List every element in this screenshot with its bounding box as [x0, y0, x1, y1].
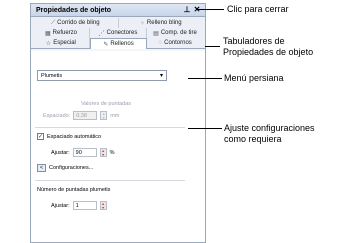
pull-comp-icon: ▤: [153, 30, 159, 37]
bling-run-icon: ⟋: [50, 19, 56, 26]
callout-close: Clic para cerrar: [227, 4, 289, 14]
tab-reinforce[interactable]: ▦ Refuerzo: [33, 28, 90, 38]
fill-type-value: Plumetis: [41, 72, 63, 79]
settings-row: < Configuraciones...: [37, 164, 93, 172]
fill-type-dropdown[interactable]: Plumetis ▾: [37, 70, 167, 81]
bling-fill-icon: ⁘: [139, 20, 145, 27]
close-icon[interactable]: ✕: [192, 5, 202, 15]
adjust-input[interactable]: 90: [72, 148, 97, 157]
tab-label: Refuerzo: [52, 30, 78, 36]
leader-line: [188, 78, 222, 79]
callout-menu: Menú persiana: [224, 73, 284, 83]
chevron-down-icon: ▾: [159, 73, 163, 79]
divider: [35, 127, 185, 128]
adjust2-label: Ajustar:: [51, 202, 70, 209]
auto-spacing-checkbox[interactable]: ✓: [37, 133, 44, 140]
spacing-stepper[interactable]: ▲ ▼: [100, 111, 108, 120]
tab-row-2: ▦ Refuerzo ⋰ Conectores ▤ Comp. de tire: [31, 28, 205, 38]
star-icon: ☆: [45, 40, 52, 47]
callout-adjust-1: Ajuste configuraciones: [224, 123, 315, 133]
object-properties-panel: Propiedades de objeto ⊥ ✕ ⟋ Corrido de b…: [30, 3, 206, 243]
fill-icon: ✎: [103, 41, 109, 48]
settings-label: Configuraciones...: [49, 165, 94, 171]
pin-icon[interactable]: ⊥: [182, 5, 192, 15]
panel-titlebar: Propiedades de objeto ⊥ ✕: [31, 4, 205, 17]
tab-connectors[interactable]: ⋰ Conectores: [90, 28, 147, 38]
tab-label: Relleno bling: [146, 20, 182, 26]
divider: [35, 180, 185, 181]
tab-pull-comp[interactable]: ▤ Comp. de tire: [147, 28, 203, 38]
adjust-row: Ajustar: 90 ▲ ▼ %: [51, 148, 115, 157]
tab-special[interactable]: ☆ Especial: [33, 38, 90, 48]
callout-tabs-2: Propiedades de objeto: [223, 47, 314, 57]
panel-title: Propiedades de objeto: [36, 6, 112, 14]
spacing-unit: mm: [110, 112, 120, 119]
leader-line: [205, 46, 220, 47]
adjust-label: Ajustar:: [51, 149, 70, 156]
leader-line: [196, 9, 224, 10]
settings-button[interactable]: <: [37, 164, 46, 172]
auto-spacing-row: ✓ Espaciado automático: [37, 133, 101, 140]
tab-label: Rellenos: [110, 41, 134, 47]
plumetis-count-label: Número de puntadas plumetis: [37, 187, 111, 193]
leader-line: [188, 128, 222, 129]
tab-fills[interactable]: ✎ Rellenos: [89, 38, 148, 49]
auto-spacing-label: Espaciado automático: [47, 133, 102, 140]
spacing-row: Espaciado: 0.38 ▲ ▼ mm: [43, 111, 119, 120]
property-tabs: ⟋ Corrido de bling ⁘ Relleno bling ▦ Ref…: [31, 17, 205, 49]
adjust-unit: %: [109, 149, 115, 156]
callout-tabs-1: Tabuladores de: [223, 36, 285, 46]
adjust2-stepper[interactable]: ▲ ▼: [99, 201, 107, 210]
tab-label: Contornos: [164, 40, 192, 46]
adjust-stepper[interactable]: ▲ ▼: [99, 148, 107, 157]
tab-row-1: ⟋ Corrido de bling ⁘ Relleno bling: [31, 18, 205, 28]
reinforce-icon: ▦: [44, 30, 51, 37]
spacing-label: Espaciado:: [43, 112, 71, 119]
outline-icon: ◌: [158, 40, 163, 46]
fill-settings: Plumetis ▾ Valores de puntadas Espaciado…: [31, 51, 205, 242]
tab-label: Comp. de tire: [160, 30, 197, 36]
tab-label: Conectores: [106, 30, 138, 36]
spacing-input[interactable]: 0.38: [73, 111, 98, 120]
connector-icon: ⋰: [98, 30, 105, 37]
plumetis-count-row: Número de puntadas plumetis: [37, 187, 110, 193]
tab-label: Especial: [53, 40, 76, 46]
tab-outlines[interactable]: ◌ Contornos: [147, 38, 203, 48]
tab-label: Corrido de bling: [57, 20, 100, 26]
adjust2-input[interactable]: 1: [72, 201, 97, 210]
tab-bling-fill[interactable]: ⁘ Relleno bling: [119, 18, 204, 28]
callout-adjust-2: como requiera: [224, 134, 282, 144]
tab-bling-run[interactable]: ⟋ Corrido de bling: [33, 18, 119, 28]
tab-row-3: ☆ Especial ✎ Rellenos ◌ Contornos: [31, 38, 205, 49]
spacing-group-title: Valores de puntadas: [80, 101, 132, 107]
adjust2-row: Ajustar: 1 ▲ ▼: [51, 201, 107, 210]
